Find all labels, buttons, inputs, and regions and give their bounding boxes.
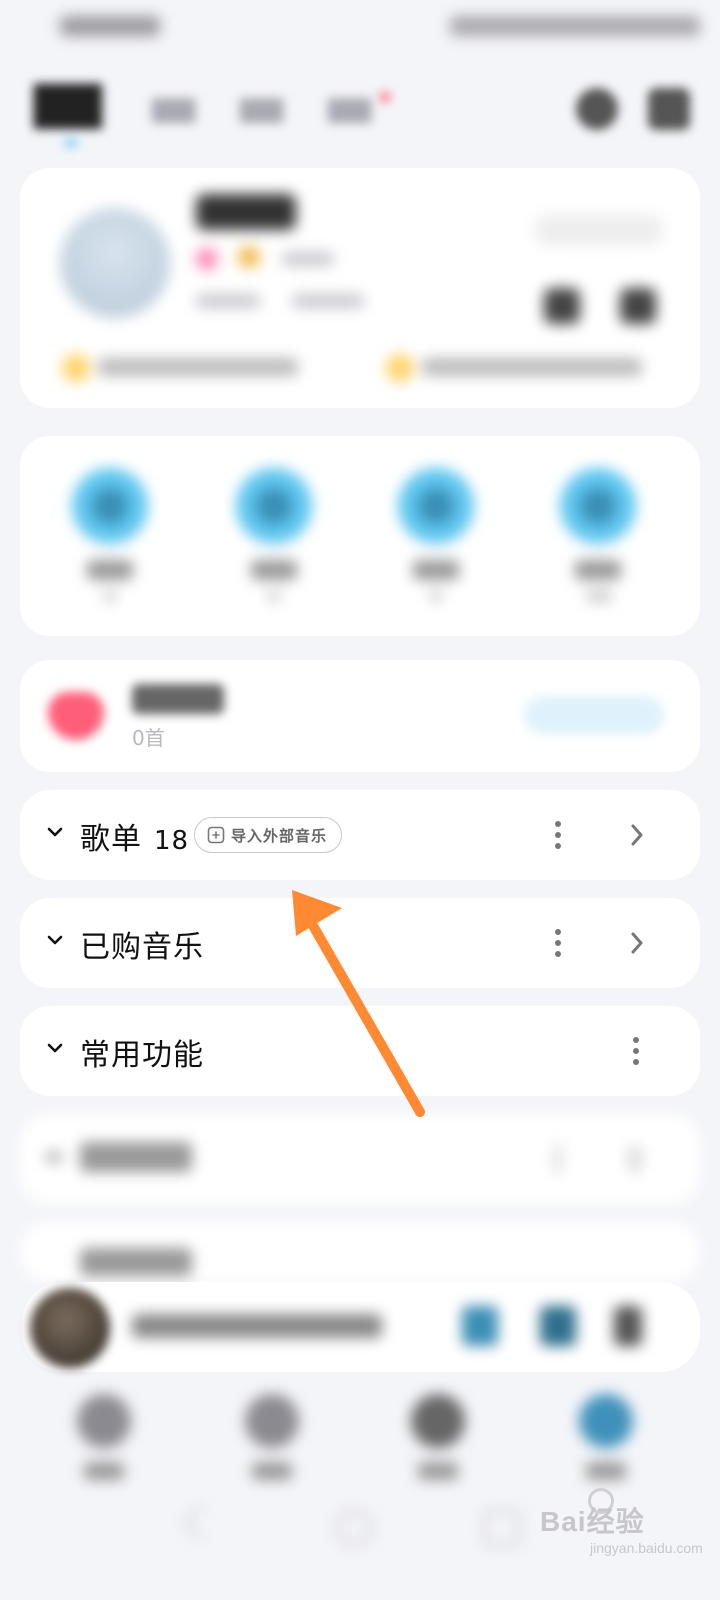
- section-playlists[interactable]: 歌单 18 导入外部音乐: [20, 790, 700, 880]
- chevron-right-icon[interactable]: [628, 930, 646, 956]
- watermark-url: jingyan.baidu.com: [590, 1540, 703, 1556]
- quick-label-2: [251, 560, 297, 580]
- nav-icon-2: [245, 1394, 299, 1448]
- recents-icon[interactable]: [484, 1510, 520, 1546]
- profile-card[interactable]: [20, 168, 700, 408]
- profile-icon-1[interactable]: [544, 288, 580, 324]
- level-text: [282, 252, 334, 266]
- badge-icon: [196, 248, 218, 270]
- nav-label-2: [252, 1462, 292, 1480]
- coin-icon-2: [386, 354, 414, 382]
- avatar[interactable]: [60, 208, 170, 318]
- nav-icon-3: [411, 1394, 465, 1448]
- section-title-text: 歌单: [80, 822, 142, 857]
- tab-2[interactable]: ▆▆: [152, 90, 195, 123]
- profile-name: [196, 194, 296, 230]
- chevron-down-icon[interactable]: [46, 823, 64, 841]
- status-left: [60, 16, 160, 36]
- bottom-nav-4[interactable]: [578, 1394, 634, 1480]
- tab-3[interactable]: ▆▆: [240, 90, 283, 123]
- chevron-down-icon[interactable]: [46, 931, 64, 949]
- quick-count-4: [586, 590, 612, 602]
- liked-title: [132, 684, 224, 714]
- back-icon[interactable]: [182, 1504, 220, 1542]
- search-icon[interactable]: [576, 88, 618, 130]
- quick-label-4: [575, 560, 621, 580]
- coin-icon: [62, 354, 90, 382]
- import-icon: [207, 826, 225, 844]
- status-bar: [60, 8, 700, 44]
- profile-icon-2[interactable]: [620, 288, 656, 324]
- playlist-icon[interactable]: [614, 1306, 642, 1346]
- active-tab-indicator: [64, 140, 78, 146]
- liked-count: 0首: [132, 726, 165, 750]
- section-purchased[interactable]: 已购音乐: [20, 898, 700, 988]
- tab-4[interactable]: ▆▆: [328, 90, 371, 123]
- nav-icon-4: [579, 1394, 633, 1448]
- quick-access: [20, 436, 700, 636]
- home-icon[interactable]: [336, 1510, 372, 1546]
- chevron-right-icon[interactable]: [628, 822, 646, 848]
- mini-player[interactable]: [22, 1282, 700, 1372]
- quick-label-3: [413, 560, 459, 580]
- nav-label-1: [84, 1462, 124, 1480]
- coin-text-2[interactable]: [422, 358, 642, 376]
- status-right: [450, 16, 700, 36]
- menu-icon[interactable]: [648, 88, 690, 130]
- quick-icon-2[interactable]: [236, 468, 312, 544]
- play-icon[interactable]: [462, 1306, 498, 1346]
- section-blurred-2[interactable]: [20, 1222, 700, 1282]
- tab-music[interactable]: ▇▇: [34, 78, 102, 129]
- section-title: 歌单 18: [80, 814, 189, 858]
- bottom-nav-3[interactable]: [410, 1394, 466, 1480]
- vip-icon: [238, 246, 260, 268]
- quick-count-2: [268, 590, 280, 602]
- more-vertical-icon[interactable]: [554, 820, 562, 850]
- watermark-brand: Bai经验: [540, 1506, 645, 1537]
- section-blurred-1[interactable]: [20, 1114, 700, 1204]
- heart-mode-button[interactable]: [524, 696, 664, 734]
- heart-icon: [48, 692, 104, 740]
- quick-icon-4[interactable]: [560, 468, 636, 544]
- more-vertical-icon[interactable]: [554, 928, 562, 958]
- liked-songs-card[interactable]: 0首: [20, 660, 700, 772]
- notification-dot: [380, 92, 390, 102]
- profile-action-button[interactable]: [534, 214, 664, 246]
- quick-icon-3[interactable]: [398, 468, 474, 544]
- album-cover[interactable]: [30, 1288, 110, 1368]
- section-title: 常用功能: [80, 1038, 204, 1073]
- import-label: 导入外部音乐: [231, 826, 328, 845]
- section-title: 已购音乐: [80, 930, 204, 965]
- quick-count-1: [104, 590, 116, 602]
- nav-label-3: [418, 1462, 458, 1480]
- now-playing-title: [132, 1314, 382, 1338]
- next-icon[interactable]: [540, 1306, 576, 1346]
- fans-stat: [292, 294, 364, 308]
- section-common-functions[interactable]: 常用功能: [20, 1006, 700, 1096]
- quick-label-1: [87, 560, 133, 580]
- bottom-nav-1[interactable]: [76, 1394, 132, 1480]
- top-header: ▇▇ ▆▆ ▆▆ ▆▆: [34, 78, 690, 148]
- coin-text-1[interactable]: [98, 358, 298, 376]
- import-external-music-button[interactable]: 导入外部音乐: [194, 817, 343, 853]
- chevron-down-icon[interactable]: [46, 1039, 64, 1057]
- bottom-nav-2[interactable]: [244, 1394, 300, 1480]
- nav-icon-1: [77, 1394, 131, 1448]
- quick-icon-1[interactable]: [72, 468, 148, 544]
- playlist-count: 18: [154, 826, 190, 856]
- follow-stat: [196, 294, 260, 308]
- more-vertical-icon[interactable]: [632, 1036, 640, 1066]
- nav-label-4: [586, 1462, 626, 1480]
- quick-count-3: [430, 590, 442, 602]
